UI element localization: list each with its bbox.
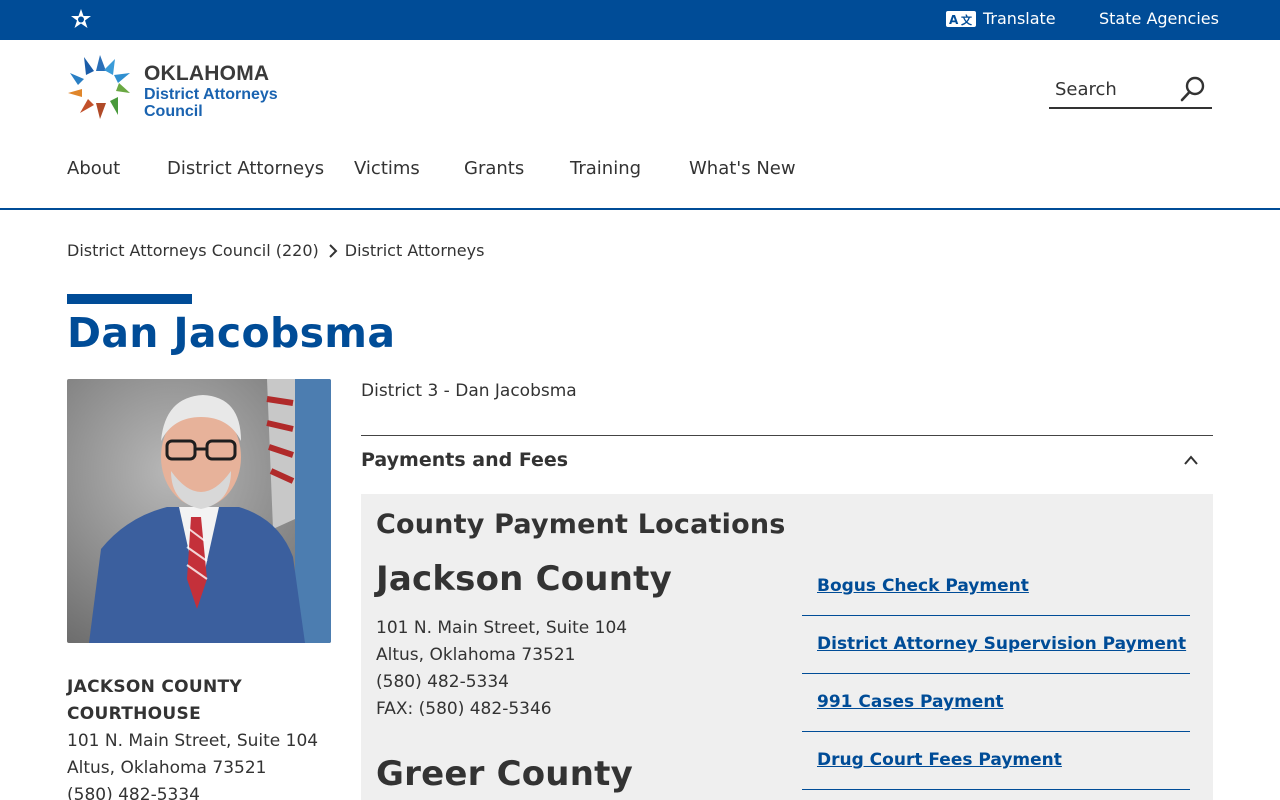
county-payment-heading: County Payment Locations	[376, 509, 786, 540]
jackson-street: 101 N. Main Street, Suite 104	[376, 618, 628, 638]
logo-text-council: Council	[144, 103, 203, 120]
jackson-address: 101 N. Main Street, Suite 104 Altus, Okl…	[376, 615, 627, 723]
supervision-payment-link[interactable]: District Attorney Supervision Payment	[817, 634, 1186, 654]
translate-button[interactable]: A 文 Translate	[946, 9, 1056, 28]
left-phone: (580) 482-5334	[67, 785, 200, 800]
translate-label: Translate	[983, 9, 1056, 28]
search-field[interactable]: Search	[1049, 72, 1212, 109]
breadcrumb-council[interactable]: District Attorneys Council (220)	[67, 241, 319, 260]
page-title: Dan Jacobsma	[67, 309, 396, 357]
header-divider	[0, 208, 1280, 210]
list-item: 991 Cases Payment	[802, 674, 1190, 732]
left-city: Altus, Oklahoma 73521	[67, 758, 267, 778]
nav-training[interactable]: Training	[570, 158, 641, 179]
jackson-fax: FAX: (580) 482-5346	[376, 699, 552, 719]
jackson-city: Altus, Oklahoma 73521	[376, 645, 576, 665]
translate-icon: A 文	[946, 10, 976, 27]
nav-whats-new[interactable]: What's New	[689, 158, 796, 179]
nav-district-attorneys[interactable]: District Attorneys	[167, 158, 324, 179]
state-agencies-link[interactable]: State Agencies	[1099, 9, 1219, 28]
drug-court-fees-link[interactable]: Drug Court Fees Payment	[817, 750, 1062, 770]
greer-county-heading: Greer County	[376, 754, 633, 794]
accordion-label: Payments and Fees	[361, 449, 569, 471]
bogus-check-payment-link[interactable]: Bogus Check Payment	[817, 576, 1029, 596]
payments-accordion-toggle[interactable]: Payments and Fees	[361, 436, 1213, 486]
district-line: District 3 - Dan Jacobsma	[361, 381, 577, 401]
list-item: Drug Court Fees Payment	[802, 732, 1190, 790]
breadcrumb: District Attorneys Council (220) Distric…	[67, 241, 484, 260]
top-utility-bar: A 文 Translate State Agencies	[0, 0, 1280, 40]
chevron-up-icon	[1184, 455, 1198, 465]
payments-panel: County Payment Locations Jackson County …	[361, 494, 1213, 800]
chevron-right-icon	[329, 243, 338, 258]
jackson-phone: (580) 482-5334	[376, 672, 509, 692]
site-logo[interactable]: OKLAHOMA District Attorneys Council	[66, 53, 306, 123]
search-icon[interactable]	[1180, 76, 1206, 102]
list-item: District Attorney Supervision Payment	[802, 616, 1190, 674]
title-accent-bar	[67, 294, 192, 304]
courthouse-line-2: COURTHOUSE	[67, 704, 201, 724]
search-placeholder: Search	[1055, 79, 1117, 100]
logo-text-district: District Attorneys	[144, 86, 278, 103]
portrait-photo	[67, 379, 331, 643]
nav-victims[interactable]: Victims	[354, 158, 420, 179]
991-cases-payment-link[interactable]: 991 Cases Payment	[817, 692, 1004, 712]
logo-line-1: OKLAHOMA	[144, 62, 270, 85]
jackson-county-heading: Jackson County	[376, 559, 672, 599]
nav-about[interactable]: About	[67, 158, 120, 179]
courthouse-line-1: JACKSON COUNTY	[67, 677, 243, 697]
svg-text:A: A	[949, 13, 959, 27]
breadcrumb-district-attorneys[interactable]: District Attorneys	[345, 241, 485, 260]
payment-links-list: Bogus Check Payment District Attorney Su…	[802, 558, 1190, 790]
nav-grants[interactable]: Grants	[464, 158, 524, 179]
svg-text:文: 文	[961, 13, 973, 27]
oklahoma-star-icon[interactable]	[69, 9, 93, 31]
left-address-block: JACKSON COUNTY COURTHOUSE 101 N. Main St…	[67, 674, 337, 800]
logo-line-2: District Attorneys Council	[144, 86, 278, 120]
list-item: Bogus Check Payment	[802, 558, 1190, 616]
left-street: 101 N. Main Street, Suite 104	[67, 731, 319, 751]
logo-star-icon	[68, 55, 130, 119]
